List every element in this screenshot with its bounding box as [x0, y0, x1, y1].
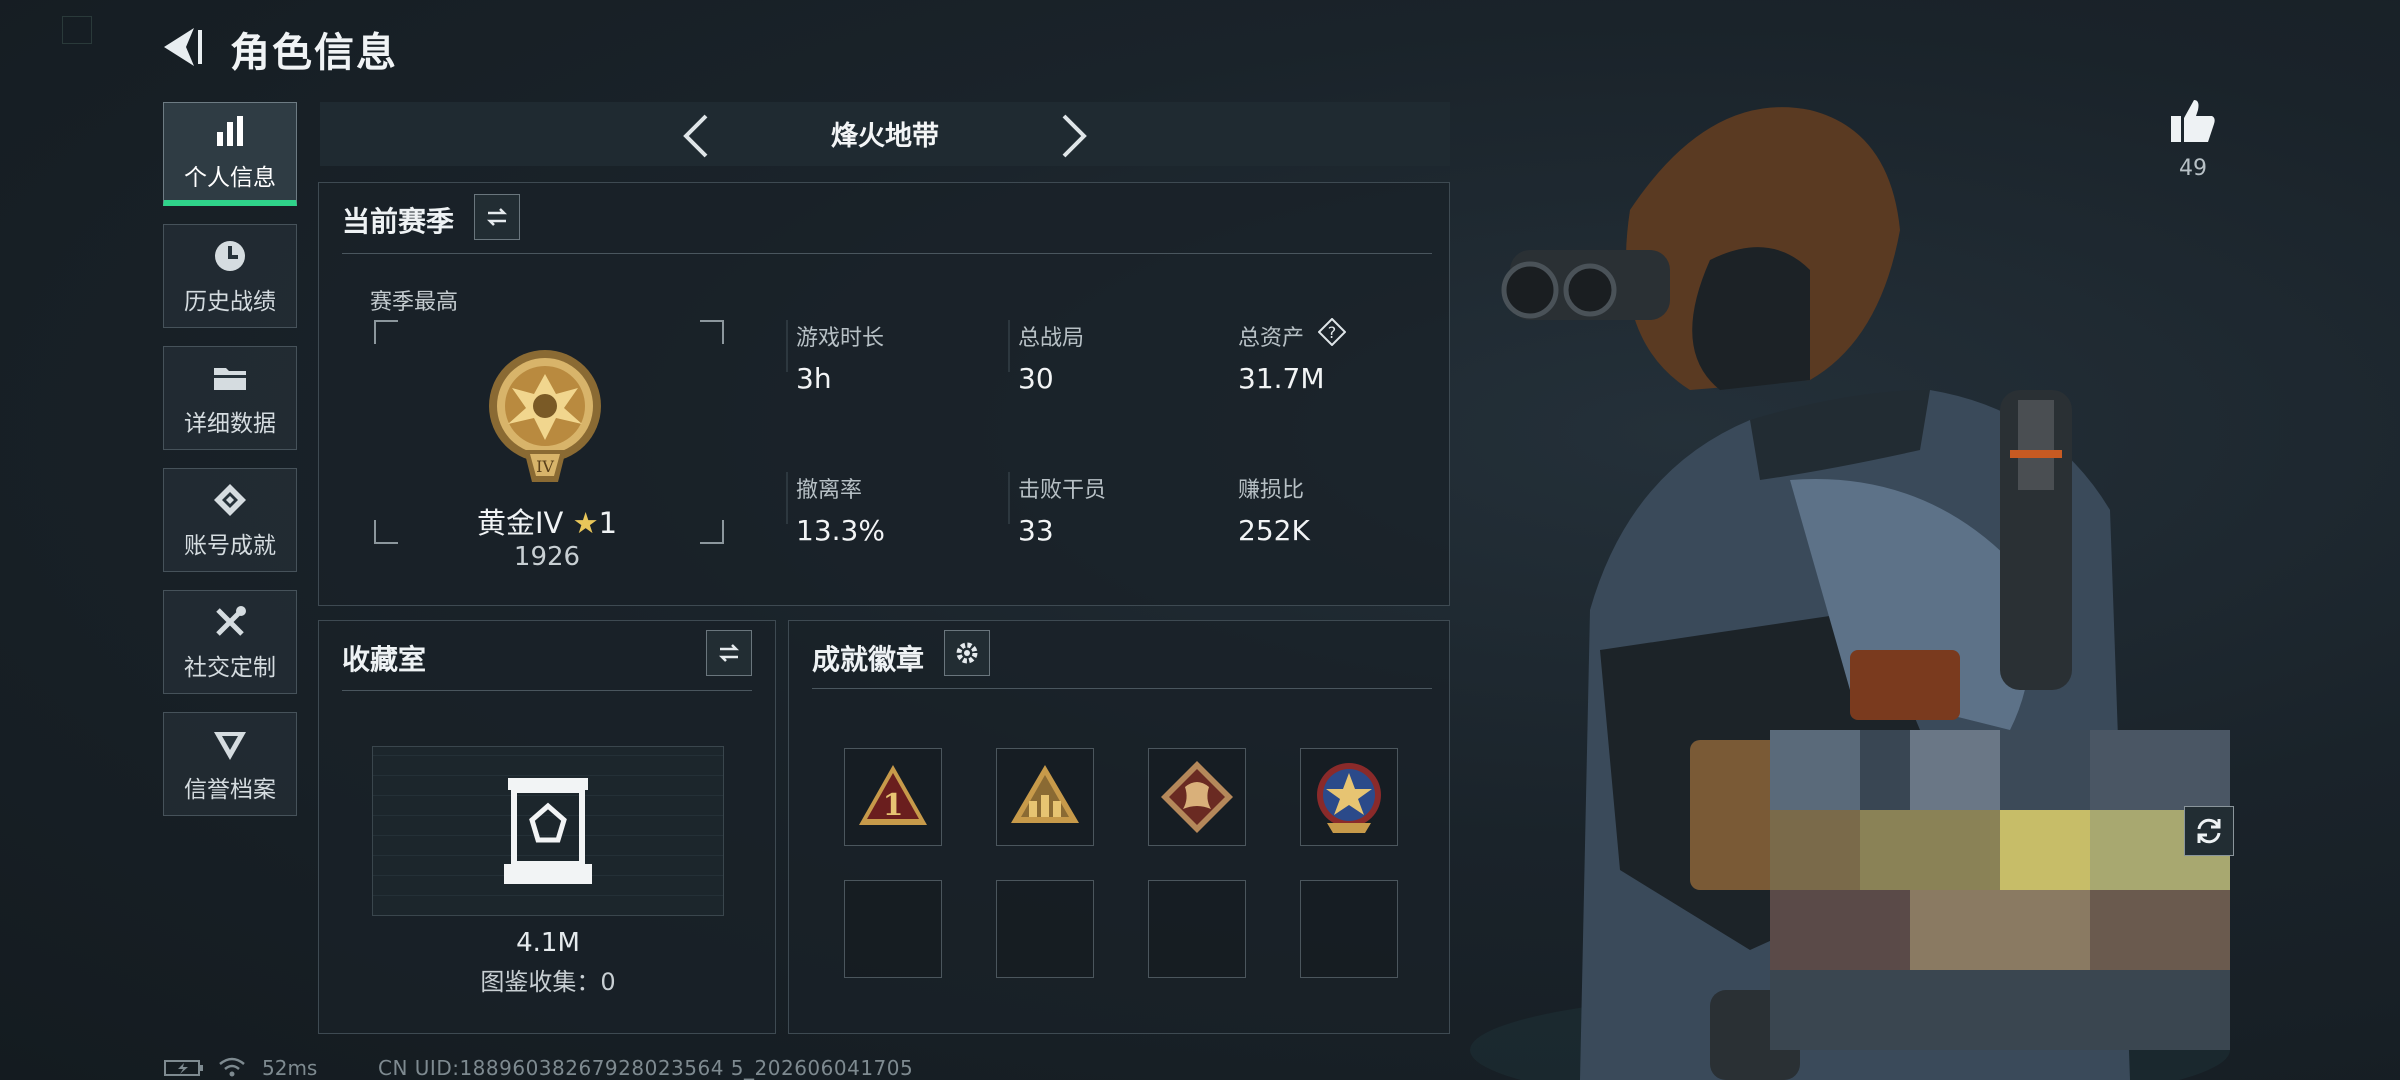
frame-corner [700, 520, 724, 544]
stat-value: 13.3% [796, 514, 885, 547]
tools-icon [216, 606, 246, 636]
squad-badge-icon [1011, 765, 1079, 823]
chevron-right-icon[interactable] [1044, 108, 1100, 164]
help-icon[interactable]: ? [1318, 318, 1346, 346]
stat-separator [1008, 472, 1010, 524]
stat-value: 252K [1238, 514, 1310, 547]
switch-season-button[interactable] [474, 194, 520, 240]
stat-value: 30 [1018, 362, 1054, 395]
nav-item-account-achievements[interactable]: 账号成就 [163, 468, 297, 572]
achievement-icon [214, 484, 246, 516]
nav-item-social-custom[interactable]: 社交定制 [163, 590, 297, 694]
nav-label: 详细数据 [184, 411, 276, 437]
folder-icon [214, 368, 246, 390]
rank-name: 黄金IV [476, 506, 564, 540]
rank-numeral: IV [536, 457, 554, 476]
nav-label: 信誉档案 [184, 777, 276, 803]
frame-corner [374, 320, 398, 344]
gear-icon [956, 642, 978, 664]
badge-slot-empty[interactable] [1300, 880, 1398, 978]
nav-label: 个人信息 [184, 164, 276, 191]
stat-value: 33 [1018, 514, 1054, 547]
nav-item-reputation[interactable]: 信誉档案 [163, 712, 297, 816]
catalog-count: 0 [600, 968, 616, 996]
switch-collection-button[interactable] [706, 630, 752, 676]
divider [812, 688, 1432, 689]
stat-label: 游戏时长 [796, 326, 885, 351]
badge-slot-empty[interactable] [996, 880, 1094, 978]
stat-separator [786, 320, 788, 372]
catalog-label: 图鉴收集： [480, 968, 601, 996]
rank-one-badge-icon: 1 [859, 765, 927, 825]
ping-text: 52ms [262, 1056, 318, 1080]
stat-label: 撤离率 [796, 478, 863, 503]
nav-item-detailed-data[interactable]: 详细数据 [163, 346, 297, 450]
help-glyph: ? [1328, 323, 1337, 342]
stat-value: 31.7M [1238, 362, 1325, 395]
gold-rank-emblem: IV [478, 346, 612, 490]
badge-slot-empty[interactable] [1148, 880, 1246, 978]
badge-slot-empty[interactable] [844, 880, 942, 978]
uid-text: CN UID:18896038267928023564 5_2026060417… [378, 1056, 914, 1080]
badge-slot[interactable] [1148, 748, 1246, 846]
character-model [1450, 90, 2250, 1080]
corner-marker [62, 16, 92, 44]
catalog-row: 图鉴收集：0 [372, 962, 724, 997]
frame-corner [374, 520, 398, 544]
stat-value: 3h [796, 362, 832, 395]
chevron-left-icon[interactable] [670, 108, 726, 164]
badge-slot[interactable]: 1 [844, 748, 942, 846]
badge-settings-button[interactable] [944, 630, 990, 676]
page-title: 角色信息 [230, 30, 398, 76]
badge-numeral: 1 [883, 788, 904, 823]
collection-title: 收藏室 [342, 643, 427, 676]
rank-stars: 1 [598, 506, 618, 540]
badge-slot[interactable] [996, 748, 1094, 846]
wifi-icon [218, 1056, 246, 1078]
like-count: 49 [2179, 156, 2207, 181]
star-icon: ★ [572, 506, 599, 540]
collection-value: 4.1M [516, 928, 580, 958]
stat-separator [1008, 320, 1010, 372]
swap-icon [718, 644, 740, 662]
nav-label: 历史战绩 [184, 289, 276, 315]
rank-score: 1926 [513, 542, 581, 572]
nav-item-personal-info[interactable]: 个人信息 [163, 102, 297, 206]
stat-label: 击败干员 [1018, 478, 1107, 503]
frame-corner [700, 320, 724, 344]
nav-label: 账号成就 [184, 533, 276, 559]
stat-separator [786, 472, 788, 524]
badges-title: 成就徽章 [812, 643, 925, 676]
nav-item-match-history[interactable]: 历史战绩 [163, 224, 297, 328]
stat-label: 总战局 [1018, 326, 1085, 351]
display-case-icon [500, 776, 596, 888]
stat-label: 总资产 [1238, 326, 1305, 351]
season-title: 当前赛季 [342, 205, 455, 238]
divider [342, 253, 1432, 254]
season-best-label: 赛季最高 [370, 290, 459, 315]
divider [342, 690, 752, 691]
bar-chart-icon [217, 115, 243, 146]
rank-name-row: 黄金IV ★1 [440, 500, 654, 542]
clock-icon [215, 241, 245, 271]
dragon-badge-icon [1161, 761, 1233, 833]
nav-label: 社交定制 [184, 655, 276, 681]
badge-slot[interactable] [1300, 748, 1398, 846]
swap-icon [486, 208, 508, 226]
star-crest-badge-icon [1317, 763, 1381, 833]
mode-title: 烽火地带 [831, 121, 939, 152]
rotate-view-button[interactable] [2184, 806, 2234, 856]
rotate-icon [2197, 818, 2221, 844]
stat-label: 赚损比 [1238, 478, 1305, 503]
battery-icon [164, 1060, 204, 1076]
back-arrow-icon[interactable] [158, 24, 204, 70]
like-icon[interactable] [2168, 96, 2218, 146]
shield-emblem-icon [214, 732, 246, 760]
